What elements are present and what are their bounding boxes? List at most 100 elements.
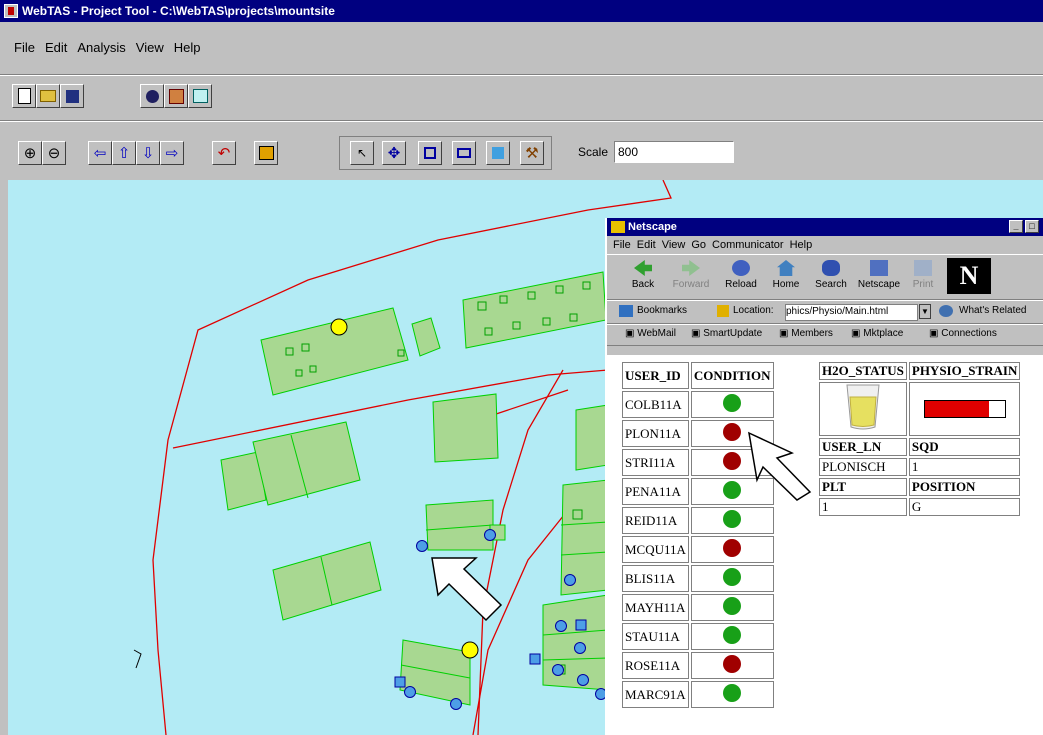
shape-icon (424, 147, 436, 159)
highlight-arrow (431, 557, 503, 622)
ns-menu-edit[interactable]: Edit (637, 239, 656, 251)
move-tool-button[interactable]: ✥ (382, 141, 406, 165)
print-icon (914, 260, 932, 276)
pan-up-button[interactable]: ⇧ (112, 141, 136, 165)
minimize-button[interactable]: _ (1009, 220, 1023, 233)
ns-menu-help[interactable]: Help (790, 239, 813, 251)
table-row[interactable]: BLIS11A (622, 565, 774, 592)
detail-table: H2O_STATUS PHYSIO_STRAIN USER_LN SQD PLO… (817, 360, 1022, 518)
menu-file[interactable]: File (14, 40, 35, 66)
analysis-button[interactable] (140, 84, 164, 108)
print-button[interactable]: Print (899, 258, 947, 296)
undo-icon: ↶ (217, 144, 231, 162)
table-row[interactable]: STRI11A (622, 449, 774, 476)
table-row[interactable]: PENA11A (622, 478, 774, 505)
link-members[interactable]: ▣ Members (779, 328, 833, 339)
info-icon (492, 147, 504, 159)
condition-cell (690, 478, 774, 505)
map-building (432, 393, 499, 463)
select-tool-button[interactable]: ↖ (350, 141, 374, 165)
user-id-cell: REID11A (622, 507, 689, 534)
map-marker-unit-square (394, 676, 406, 688)
table-row[interactable]: ROSE11A (622, 652, 774, 679)
layers-icon (168, 88, 184, 104)
table-row[interactable]: MCQU11A (622, 536, 774, 563)
back-button[interactable]: Back (619, 258, 667, 296)
whats-related-button[interactable]: What's Related (959, 305, 1027, 316)
zoom-out-button[interactable]: ⊖ (42, 141, 66, 165)
link-mktplace[interactable]: ▣ Mktplace (851, 328, 903, 339)
info-tool-button[interactable] (486, 141, 510, 165)
menu-analysis[interactable]: Analysis (77, 40, 125, 66)
netscape-location-bar: Bookmarks Location: phics/Physio/Main.ht… (607, 300, 1043, 324)
reload-button[interactable]: Reload (717, 258, 765, 296)
condition-status-icon (723, 567, 742, 586)
ns-menu-file[interactable]: File (613, 239, 631, 251)
link-connections[interactable]: ▣ Connections (929, 328, 997, 339)
whats-related-icon (939, 305, 953, 317)
strain-bar (923, 400, 1006, 418)
scale-input[interactable] (614, 141, 734, 163)
save-button[interactable] (60, 84, 84, 108)
water-beaker-icon (846, 384, 880, 430)
hammer-tool-button[interactable]: ⚒ (520, 141, 544, 165)
user-id-cell: PLON11A (622, 420, 689, 447)
table-row[interactable]: COLB11A (622, 391, 774, 418)
pan-left-button[interactable]: ⇦ (88, 141, 112, 165)
overlay-button[interactable] (254, 141, 278, 165)
condition-status-icon (723, 451, 742, 470)
pan-down-button[interactable]: ⇩ (136, 141, 160, 165)
condition-cell (690, 623, 774, 650)
new-file-button[interactable] (12, 84, 36, 108)
condition-status-icon (723, 538, 742, 557)
user-id-cell: MAYH11A (622, 594, 689, 621)
location-dropdown-icon[interactable]: ▼ (919, 304, 931, 319)
search-button[interactable]: Search (807, 258, 855, 296)
map-marker-unit-square (575, 619, 587, 631)
col-user-id: USER_ID (622, 362, 689, 389)
ns-menu-go[interactable]: Go (691, 239, 706, 251)
maximize-button[interactable]: □ (1025, 220, 1039, 233)
map-building (411, 317, 441, 357)
pan-right-button[interactable]: ⇨ (160, 141, 184, 165)
table-row[interactable]: MARC91A (622, 681, 774, 708)
condition-status-icon (723, 393, 742, 412)
menu-help[interactable]: Help (174, 40, 201, 66)
table-row[interactable]: STAU11A (622, 623, 774, 650)
undo-button[interactable]: ↶ (212, 141, 236, 165)
table-row[interactable]: PLON11A (622, 420, 774, 447)
open-folder-button[interactable] (36, 84, 60, 108)
pointer-icon: ↖ (356, 145, 368, 160)
condition-cell (690, 565, 774, 592)
ns-menu-communicator[interactable]: Communicator (712, 239, 784, 251)
table-row[interactable]: MAYH11A (622, 594, 774, 621)
ns-menu-view[interactable]: View (662, 239, 686, 251)
home-button[interactable]: Home (762, 258, 810, 296)
location-input[interactable]: phics/Physio/Main.html (785, 304, 918, 321)
link-smartupdate[interactable]: ▣ SmartUpdate (691, 328, 762, 339)
location-label: Location: (733, 305, 774, 316)
zoom-in-button[interactable]: ⊕ (18, 141, 42, 165)
netscape-n-logo-icon: N (947, 258, 991, 294)
map-building (575, 404, 609, 471)
bookmarks-button[interactable]: Bookmarks (637, 305, 687, 316)
map-marker-unit-square (529, 653, 541, 665)
menu-edit[interactable]: Edit (45, 40, 67, 66)
overlay-icon (258, 146, 274, 160)
shape-tool-button[interactable] (418, 141, 442, 165)
rect-icon (457, 148, 471, 158)
col-condition: CONDITION (690, 362, 774, 389)
app-title: WebTAS - Project Tool - C:\WebTAS\projec… (22, 4, 335, 18)
users-table-header: USER_ID CONDITION (622, 362, 774, 389)
move-icon: ✥ (387, 144, 401, 162)
scale-label: Scale (578, 145, 609, 159)
map-view-button[interactable] (188, 84, 212, 108)
netscape-page: USER_ID CONDITION COLB11A PLON11A STRI11A P… (607, 355, 1043, 735)
link-webmail[interactable]: ▣ WebMail (625, 328, 676, 339)
layers-button[interactable] (164, 84, 188, 108)
menu-view[interactable]: View (136, 40, 164, 66)
table-row[interactable]: REID11A (622, 507, 774, 534)
netscape-button[interactable]: Netscape (855, 258, 903, 296)
forward-button[interactable]: Forward (667, 258, 715, 296)
rect-tool-button[interactable] (452, 141, 476, 165)
